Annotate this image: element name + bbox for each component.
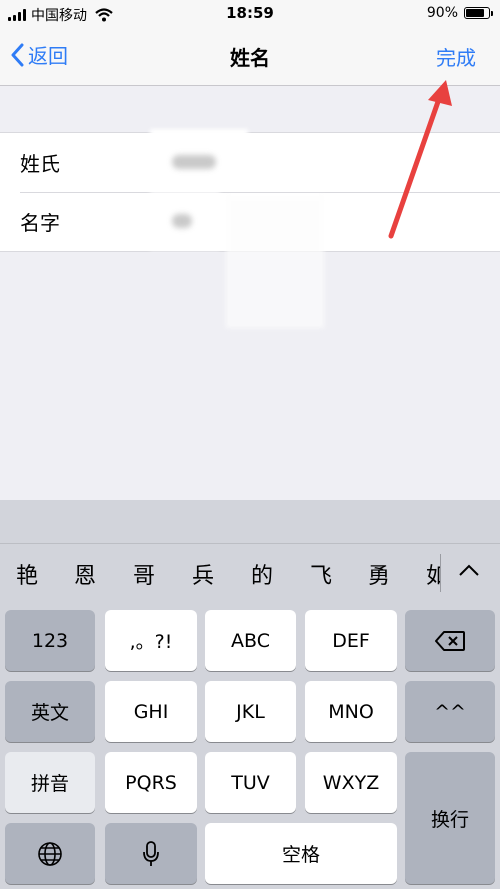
- chevron-up-icon[interactable]: [454, 556, 484, 586]
- candidate-item[interactable]: 勇: [368, 558, 390, 590]
- key-def[interactable]: DEF: [305, 610, 397, 671]
- last-name-row[interactable]: 姓氏: [0, 129, 500, 194]
- candidate-item[interactable]: 哥: [133, 558, 155, 590]
- done-button[interactable]: 完成: [436, 42, 476, 71]
- battery-icon: [464, 7, 493, 19]
- key-wxyz[interactable]: WXYZ: [305, 752, 397, 813]
- candidate-item[interactable]: 艳: [16, 558, 38, 590]
- candidate-item[interactable]: 兵: [192, 558, 214, 590]
- key-ghi[interactable]: GHI: [105, 681, 197, 742]
- status-time: 18:59: [226, 4, 274, 22]
- battery-percent: 90%: [426, 5, 458, 21]
- last-name-field[interactable]: [150, 133, 484, 194]
- key-punctuation[interactable]: ,。?!: [105, 610, 197, 671]
- last-name-label: 姓氏: [20, 152, 60, 176]
- key-pinyin[interactable]: 拼音: [5, 752, 95, 813]
- candidate-item[interactable]: 的: [251, 558, 273, 590]
- candidate-item[interactable]: 恩: [74, 558, 96, 590]
- page-title: 姓名: [230, 46, 270, 70]
- microphone-icon: [143, 840, 159, 866]
- key-jkl[interactable]: JKL: [205, 681, 296, 742]
- first-name-label: 名字: [20, 211, 60, 235]
- key-emoticon[interactable]: ^^: [405, 681, 495, 742]
- delete-icon: [435, 630, 465, 651]
- key-abc[interactable]: ABC: [205, 610, 296, 671]
- redaction-box: [226, 196, 324, 328]
- key-pqrs[interactable]: PQRS: [105, 752, 197, 813]
- key-space[interactable]: 空格: [205, 823, 397, 884]
- key-mno[interactable]: MNO: [305, 681, 397, 742]
- status-bar: 中国移动 18:59 90%: [0, 0, 500, 28]
- status-right: 90%: [426, 5, 493, 21]
- candidate-item[interactable]: 如: [426, 558, 440, 590]
- globe-key[interactable]: [5, 823, 95, 884]
- nav-bar: 返回 姓名 完成: [0, 28, 500, 86]
- delete-key[interactable]: [405, 610, 495, 671]
- candidate-bar: 艳 恩 哥 兵 的 飞 勇 如: [0, 543, 500, 600]
- battery-level-fill: [466, 9, 484, 17]
- key-english[interactable]: 英文: [5, 681, 95, 742]
- candidate-divider: [440, 554, 441, 592]
- key-tuv[interactable]: TUV: [205, 752, 296, 813]
- key-123[interactable]: 123: [5, 610, 95, 671]
- key-newline[interactable]: 换行: [405, 752, 495, 884]
- microphone-key[interactable]: [105, 823, 197, 884]
- candidate-item[interactable]: 飞: [310, 558, 332, 590]
- keyboard: 艳 恩 哥 兵 的 飞 勇 如 123 ,。?! ABC DEF 英文 GHI …: [0, 500, 500, 889]
- globe-icon: [38, 841, 62, 866]
